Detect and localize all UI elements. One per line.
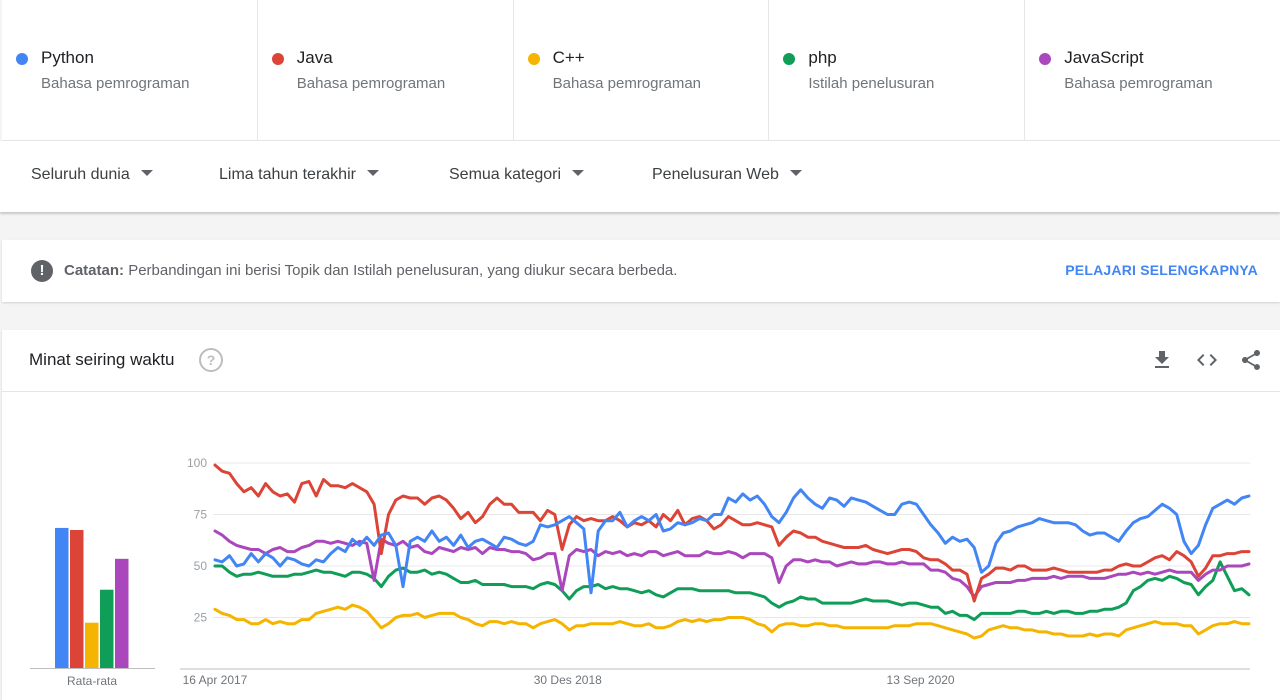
search-type-filter-label: Penelusuran Web: [652, 166, 779, 183]
category-filter[interactable]: Semua kategori: [449, 166, 585, 184]
dropdown-caret-icon: [789, 169, 802, 176]
card-header: Minat seiring waktu ?: [2, 330, 1280, 392]
embed-code-icon[interactable]: [1195, 348, 1219, 372]
card-title: Minat seiring waktu: [29, 350, 175, 369]
category-filter-label: Semua kategori: [449, 166, 562, 183]
term-type: Bahasa pemrograman: [552, 75, 702, 92]
term-name: php: [808, 48, 837, 67]
search-type-filter[interactable]: Penelusuran Web: [652, 166, 802, 184]
term-type: Bahasa pemrograman: [41, 75, 190, 92]
dropdown-caret-icon: [366, 169, 379, 176]
alert-icon: !: [31, 260, 53, 282]
time-filter-label: Lima tahun terakhir: [219, 166, 356, 183]
dropdown-caret-icon: [572, 169, 585, 176]
region-filter[interactable]: Seluruh dunia: [31, 166, 153, 184]
compare-bar: Python Bahasa pemrograman Java Bahasa pemro…: [2, 0, 1280, 141]
compare-term-c-[interactable]: C++ Bahasa pemrograman: [514, 0, 770, 140]
term-type: Bahasa pemrograman: [1064, 75, 1213, 92]
term-type: Bahasa pemrograman: [296, 75, 446, 92]
time-filter[interactable]: Lima tahun terakhir: [219, 166, 379, 184]
interest-over-time-card: Minat seiring waktu ?: [2, 330, 1280, 700]
term-name: Java: [296, 48, 333, 67]
series-color-dot: [271, 53, 284, 65]
term-name: C++: [552, 48, 585, 67]
help-icon[interactable]: ?: [199, 348, 223, 372]
learn-more-link[interactable]: PELAJARI SELENGKAPNYA: [1065, 262, 1258, 278]
series-color-dot: [16, 53, 28, 65]
compare-term-javascript[interactable]: JavaScript Bahasa pemrograman: [1025, 0, 1280, 140]
share-icon[interactable]: [1239, 348, 1263, 372]
compare-term-java[interactable]: Java Bahasa pemrograman: [258, 0, 514, 140]
region-filter-label: Seluruh dunia: [31, 166, 130, 183]
note-body: Perbandingan ini berisi Topik dan Istila…: [128, 262, 678, 279]
term-name: Python: [41, 48, 94, 67]
term-type: Istilah penelusuran: [808, 75, 935, 92]
download-icon[interactable]: [1150, 348, 1174, 372]
series-color-dot: [1039, 53, 1052, 65]
series-color-dot: [783, 53, 796, 65]
series-color-dot: [527, 53, 540, 65]
note-label: Catatan:: [64, 262, 125, 279]
compare-term-php[interactable]: php Istilah penelusuran: [769, 0, 1026, 140]
note-text: Catatan: Perbandingan ini berisi Topik d…: [64, 262, 677, 279]
compare-term-python[interactable]: Python Bahasa pemrograman: [2, 0, 258, 140]
dropdown-caret-icon: [140, 169, 153, 176]
term-name: JavaScript: [1064, 48, 1144, 67]
note-banner: ! Catatan: Perbandingan ini berisi Topik…: [2, 240, 1280, 302]
filter-bar: Seluruh dunia Lima tahun terakhir Semua …: [0, 141, 1280, 212]
